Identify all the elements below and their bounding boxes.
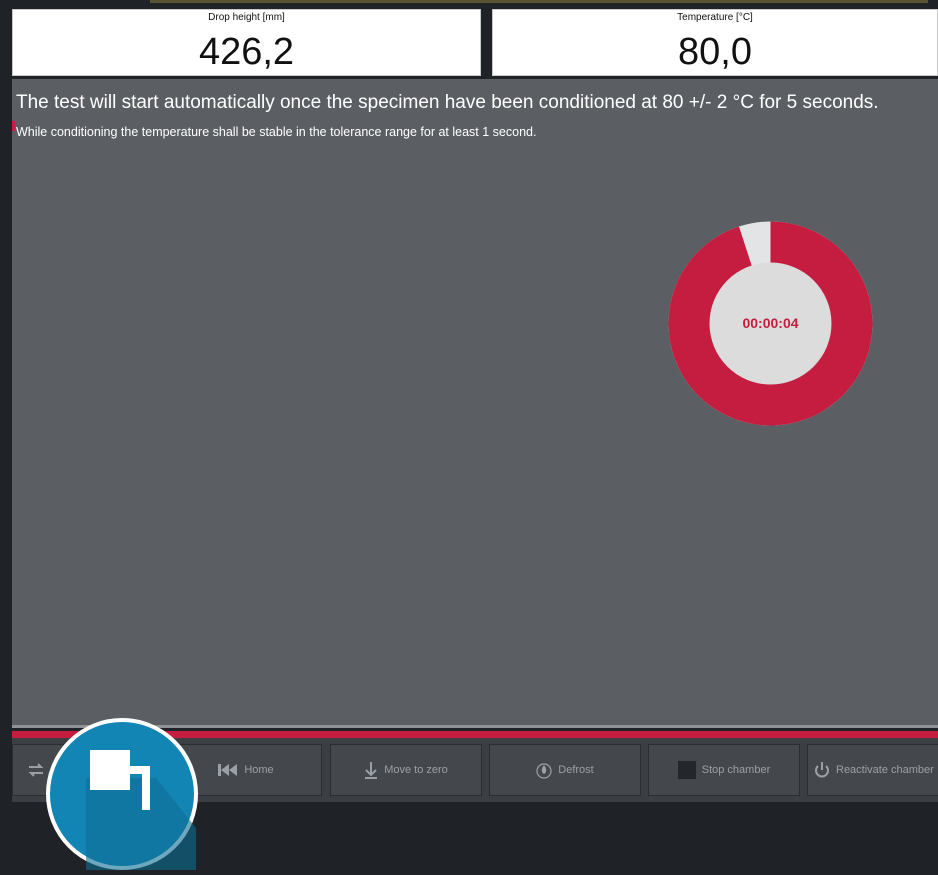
status-panel: The test will start automatically once t… [12,79,938,725]
panel-edge-marker [12,121,15,131]
home-button-label: Home [244,764,274,776]
move-to-zero-button[interactable]: Move to zero [330,744,482,796]
drop-height-label: Drop height [mm] [208,12,285,23]
drop-height-readout: Drop height [mm] 426,2 [12,9,481,76]
stop-chamber-button[interactable]: Stop chamber [648,744,800,796]
stop-chamber-label: Stop chamber [701,764,771,776]
top-accent-line [150,0,928,3]
defrost-label: Defrost [558,764,594,776]
conditioning-timer: 00:00:04 [668,221,873,426]
timer-elapsed: 00:00:04 [742,315,799,331]
move-to-zero-label: Move to zero [384,764,448,776]
swap-arrows-icon [27,762,45,778]
temperature-value: 80,0 [678,31,752,73]
defrost-button[interactable]: Defrost [489,744,641,796]
reactivate-chamber-button[interactable]: Reactivate chamber [807,744,938,796]
temperature-label: Temperature [°C] [677,12,753,23]
status-hint: While conditioning the temperature shall… [16,125,537,139]
droplet-icon [536,761,552,779]
temperature-readout: Temperature [°C] 80,0 [492,9,938,76]
reactivate-chamber-label: Reactivate chamber [836,764,934,776]
power-icon [814,761,830,779]
status-message: The test will start automatically once t… [16,92,879,113]
drop-height-value: 426,2 [198,31,295,73]
stop-square-icon [677,761,696,779]
app-logo [46,718,198,870]
top-bezel [0,0,938,9]
arrow-down-to-line-icon [364,761,378,779]
skip-to-start-icon [218,763,238,777]
